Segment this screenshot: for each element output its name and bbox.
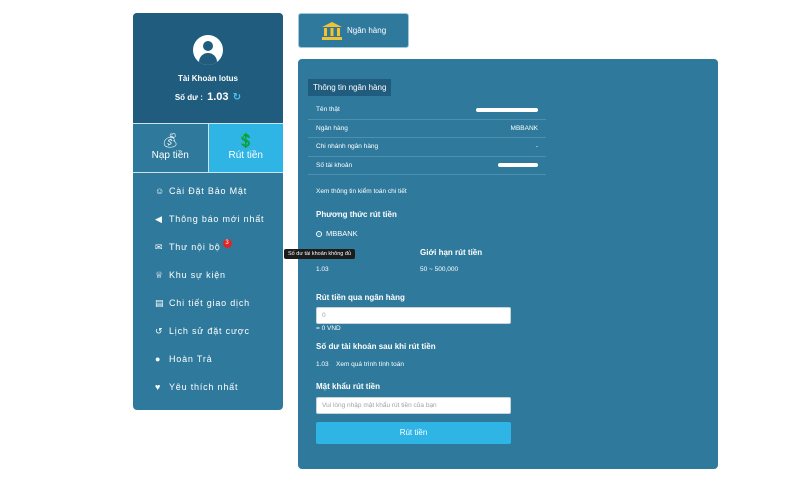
history-icon: ↺ <box>155 326 164 336</box>
user-gear-icon: ☺ <box>155 186 165 196</box>
row-value: MBBANK <box>510 124 538 132</box>
withdraw-password-input[interactable]: Vui lòng nhập mật khẩu rút tiền của bạn <box>316 397 511 414</box>
table-row: Chi nhánh ngân hàng - <box>308 138 546 157</box>
clipboard-icon: ▤ <box>155 298 165 308</box>
deposit-label: Nạp tiền <box>151 150 189 161</box>
method-option-label: MBBANK <box>326 229 358 238</box>
bank-info-table: Tên thật Ngân hàng MBBANK Chi nhánh ngân… <box>308 101 546 175</box>
table-row: Tên thật <box>308 101 546 120</box>
password-title: Mật khẩu rút tiền <box>316 382 381 391</box>
megaphone-icon: ◀ <box>155 214 163 224</box>
envelope-icon: ✉ <box>155 242 164 252</box>
insufficient-balance-tooltip: Số dư tài khoản không đủ <box>284 249 356 259</box>
withdraw-label: Rút tiền <box>228 150 263 161</box>
balance-line: Số dư : 1.03 ↻ <box>133 91 283 103</box>
table-row: Số tài khoản <box>308 157 546 175</box>
tab-bank[interactable]: Ngân hàng <box>298 13 409 48</box>
withdraw-button[interactable]: 💲 Rút tiền <box>208 124 283 172</box>
sidebar-item-favorites[interactable]: ♥ Yêu thích nhất <box>133 373 283 401</box>
hand-money-icon: 💲 <box>237 132 255 148</box>
sidebar-item-label: Chi tiết giao dịch <box>169 298 250 308</box>
sidebar-menu: ☺ Cài Đặt Bảo Mật ◀ Thông báo mới nhất ✉ Th… <box>133 173 283 401</box>
sidebar-item-label: Khu sự kiện <box>169 270 226 280</box>
balance-label: Số dư : <box>174 93 203 102</box>
sidebar-item-rebate[interactable]: ● Hoàn Trả <box>133 345 283 373</box>
profile-card: Tài Khoản lotus Số dư : 1.03 ↻ <box>133 13 283 123</box>
heart-icon: ♥ <box>155 382 162 392</box>
row-label: Chi nhánh ngân hàng <box>316 143 379 151</box>
refresh-icon[interactable]: ↻ <box>233 92 241 103</box>
withdraw-panel: Thông tin ngân hàng Tên thật Ngân hàng M… <box>298 59 718 469</box>
sidebar-item-label: Yêu thích nhất <box>169 382 239 392</box>
row-label: Ngân hàng <box>316 124 348 132</box>
row-label: Số tài khoản <box>316 161 353 169</box>
submit-withdraw-button[interactable]: Rút tiền <box>316 422 511 444</box>
amount-converted: = 0 VND <box>316 325 341 332</box>
sidebar-item-inbox[interactable]: ✉ Thư nội bộ 3 <box>133 233 283 261</box>
calculation-link[interactable]: Xem quá trình tính toán <box>336 361 404 368</box>
action-row: 💰︎ Nạp tiền 💲 Rút tiền <box>133 123 283 173</box>
method-radio-mbbank[interactable]: MBBANK <box>316 229 358 238</box>
sidebar-item-security[interactable]: ☺ Cài Đặt Bảo Mật <box>133 177 283 205</box>
after-balance-title: Số dư tài khoản sau khi rút tiền <box>316 342 436 351</box>
bank-info-heading: Thông tin ngân hàng <box>308 79 392 96</box>
coin-icon: ● <box>155 354 162 364</box>
row-value: - <box>535 143 538 151</box>
tab-label: Ngân hàng <box>347 26 387 35</box>
sidebar-item-notifications[interactable]: ◀ Thông báo mới nhất <box>133 205 283 233</box>
sidebar-item-bet-history[interactable]: ↺ Lịch sử đặt cược <box>133 317 283 345</box>
masked-real-name <box>476 107 538 112</box>
balance-value: 1.03 <box>207 91 229 103</box>
username: Tài Khoản lotus <box>178 74 238 83</box>
withdraw-method-title: Phương thức rút tiền <box>316 210 397 219</box>
limit-value: 50 ~ 500,000 <box>420 266 459 273</box>
sidebar-item-transactions[interactable]: ▤ Chi tiết giao dịch <box>133 289 283 317</box>
sidebar-item-events[interactable]: ♕ Khu sự kiện <box>133 261 283 289</box>
avatar-icon <box>193 35 223 65</box>
masked-account-number <box>498 163 538 168</box>
sidebar-item-label: Thông báo mới nhất <box>169 214 265 224</box>
bank-icon <box>322 21 342 40</box>
amount-title: Rút tiền qua ngân hàng <box>316 293 405 302</box>
sidebar-item-label: Lịch sử đặt cược <box>169 326 250 336</box>
sidebar-item-label: Cài Đặt Bảo Mật <box>169 186 248 196</box>
trophy-icon: ♕ <box>155 270 164 280</box>
radio-dot-icon <box>316 230 322 237</box>
audit-info-link[interactable]: Xem thông tin kiểm toán chi tiết <box>316 188 407 195</box>
table-row: Ngân hàng MBBANK <box>308 120 546 138</box>
account-sidebar: Tài Khoản lotus Số dư : 1.03 ↻ 💰︎ Nạp ti… <box>133 13 283 410</box>
amount-input[interactable]: 0 <box>316 307 511 324</box>
sidebar-item-label: Thư nội bộ <box>169 242 221 252</box>
deposit-button[interactable]: 💰︎ Nạp tiền <box>133 124 209 172</box>
money-bag-icon: 💰︎ <box>161 132 180 148</box>
row-label: Tên thật <box>316 106 340 114</box>
after-balance-value: 1.03 <box>316 361 329 368</box>
sidebar-item-label: Hoàn Trả <box>169 354 213 364</box>
limit-title: Giới hạn rút tiền <box>420 248 483 257</box>
unread-badge: 3 <box>222 238 232 248</box>
withdraw-page: Tài Khoản lotus Số dư : 1.03 ↻ 💰︎ Nạp ti… <box>0 0 800 482</box>
current-balance-value: 1.03 <box>316 266 329 273</box>
